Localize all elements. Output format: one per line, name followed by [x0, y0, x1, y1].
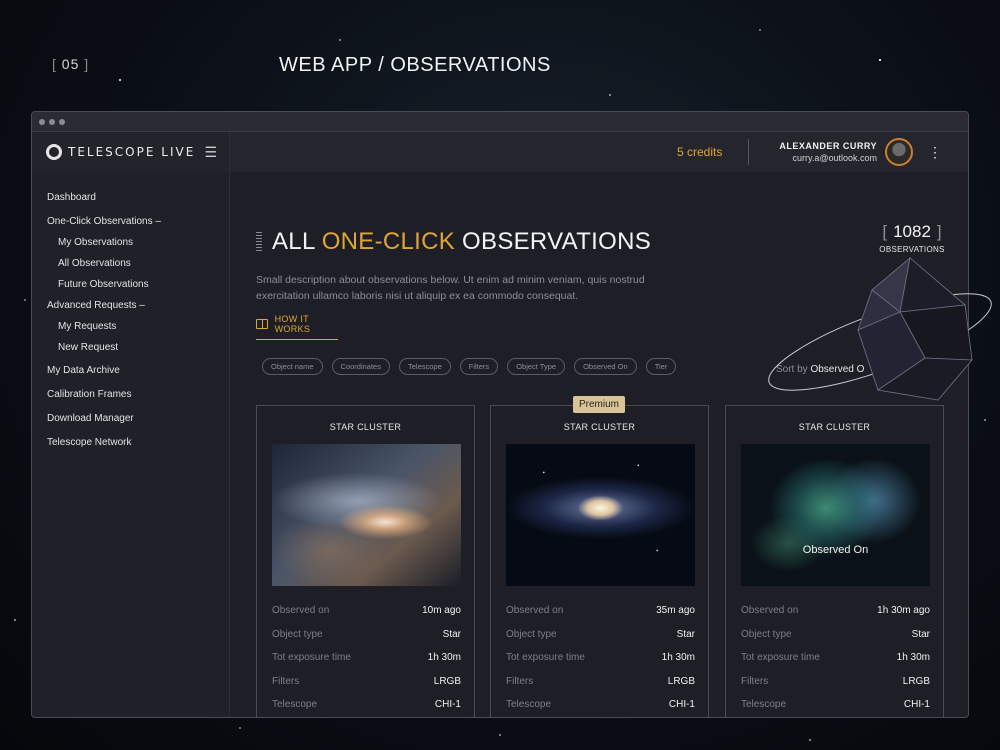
observation-image[interactable] [506, 444, 695, 586]
user-info[interactable]: ALEXANDER CURRY curry.a@outlook.com [779, 141, 877, 163]
filter-object-type[interactable]: Object Type [507, 358, 566, 375]
sidebar-item-future-observations[interactable]: Future Observations [32, 279, 229, 291]
more-options-icon[interactable]: ⋮ [928, 144, 942, 161]
observation-card[interactable]: STAR CLUSTER Observed On Observed on 1h 3… [725, 405, 944, 717]
observation-image[interactable] [272, 444, 461, 586]
detail-row: Object type Star [272, 628, 461, 640]
detail-row: Filters LRGB [506, 675, 695, 687]
observation-card[interactable]: Premium STAR CLUSTER Observed on 35m ago … [490, 396, 709, 717]
sidebar-nav: Dashboard One-Click Observations – My Ob… [32, 172, 229, 449]
sidebar-item-my-data-archive[interactable]: My Data Archive [32, 365, 229, 377]
sidebar-item-all-observations[interactable]: All Observations [32, 258, 229, 270]
user-name: ALEXANDER CURRY [779, 141, 877, 151]
page-description: Small description about observations bel… [256, 274, 645, 302]
detail-row: Telescope CHI-1 [506, 699, 695, 711]
sidebar-item-telescope-network[interactable]: Telescope Network [32, 437, 229, 449]
sidebar-item-my-requests[interactable]: My Requests [32, 321, 229, 333]
filter-telescope[interactable]: Telescope [398, 358, 451, 375]
window-dot-icon[interactable] [49, 118, 55, 125]
detail-row: Object type Star [506, 628, 695, 640]
filter-filters[interactable]: Filters [459, 358, 499, 375]
count-value: 1082 [893, 222, 931, 241]
slide-number: [ 05 ] [52, 56, 90, 72]
topbar: 5 credits ALEXANDER CURRY curry.a@outloo… [230, 132, 968, 172]
filter-tier[interactable]: Tier [645, 358, 677, 375]
page-title: ALL ONE-CLICK OBSERVATIONS [272, 228, 652, 255]
user-email: curry.a@outlook.com [792, 153, 878, 163]
filter-coordinates[interactable]: Coordinates [331, 358, 390, 375]
detail-row: Filters LRGB [272, 675, 461, 687]
card-title: STAR CLUSTER [329, 422, 402, 432]
detail-row: Filters LRGB [741, 675, 930, 687]
how-it-works-label: HOW IT WORKS [274, 314, 311, 334]
how-it-works-link[interactable]: HOW IT WORKS [256, 314, 338, 340]
filter-object-name[interactable]: Object name [262, 358, 323, 375]
sidebar: TELESCOPE LIVE ☰ Dashboard One-Click Obs… [32, 132, 230, 717]
sidebar-item-calibration-frames[interactable]: Calibration Frames [32, 389, 229, 401]
topbar-divider [748, 139, 750, 165]
filter-observed-on[interactable]: Observed On [574, 358, 637, 375]
sidebar-item-download-manager[interactable]: Download Manager [32, 413, 229, 425]
detail-row: Observed on 10m ago [272, 605, 461, 617]
card-details: Observed on 10m ago Object type Star Tot e… [272, 599, 461, 717]
hamburger-menu-icon[interactable]: ☰ [204, 144, 217, 161]
detail-row: Telescope CHI-1 [741, 699, 930, 711]
brand: TELESCOPE LIVE ☰ [32, 132, 229, 172]
avatar[interactable] [885, 138, 913, 166]
book-icon [256, 319, 268, 329]
card-details: Observed on 35m ago Object type Star Tot e… [506, 599, 695, 717]
window-titlebar [32, 112, 968, 132]
polyhedron-decoration-icon [768, 256, 992, 401]
sidebar-item-new-request[interactable]: New Request [32, 342, 229, 354]
observation-card[interactable]: STAR CLUSTER Observed on 10m ago Object t… [256, 405, 475, 717]
premium-badge: Premium [573, 396, 626, 413]
detail-row: Observed on 35m ago [506, 605, 695, 617]
card-title: STAR CLUSTER [563, 422, 636, 432]
detail-row: Observed on 1h 30m ago [741, 605, 930, 617]
sidebar-item-dashboard[interactable]: Dashboard [32, 192, 229, 204]
sidebar-item-one-click-observations[interactable]: One-Click Observations – [32, 216, 229, 228]
detail-row: Tot exposure time 1h 30m [506, 652, 695, 664]
brand-name: TELESCOPE LIVE [68, 145, 196, 159]
telescope-logo-icon [46, 144, 62, 160]
filter-chips: Object name Coordinates Telescope Filter… [262, 358, 677, 375]
slide-title: WEB APP / OBSERVATIONS [279, 54, 551, 76]
image-hover-overlay: Observed On [802, 544, 869, 556]
detail-row: Tot exposure time 1h 30m [272, 652, 461, 664]
sidebar-item-my-observations[interactable]: My Observations [32, 237, 229, 249]
observation-image[interactable]: Observed On [741, 444, 930, 586]
card-title: STAR CLUSTER [798, 422, 871, 432]
heading-decoration [256, 232, 262, 252]
credits-link[interactable]: 5 credits [677, 145, 722, 159]
detail-row: Tot exposure time 1h 30m [741, 652, 930, 664]
detail-row: Object type Star [741, 628, 930, 640]
window-dot-icon[interactable] [39, 118, 45, 125]
card-details: Observed on 1h 30m ago Object type Star To… [741, 599, 930, 717]
sidebar-item-advanced-requests[interactable]: Advanced Requests – [32, 300, 229, 312]
detail-row: Telescope CHI-1 [272, 699, 461, 711]
window-dot-icon[interactable] [59, 118, 65, 125]
